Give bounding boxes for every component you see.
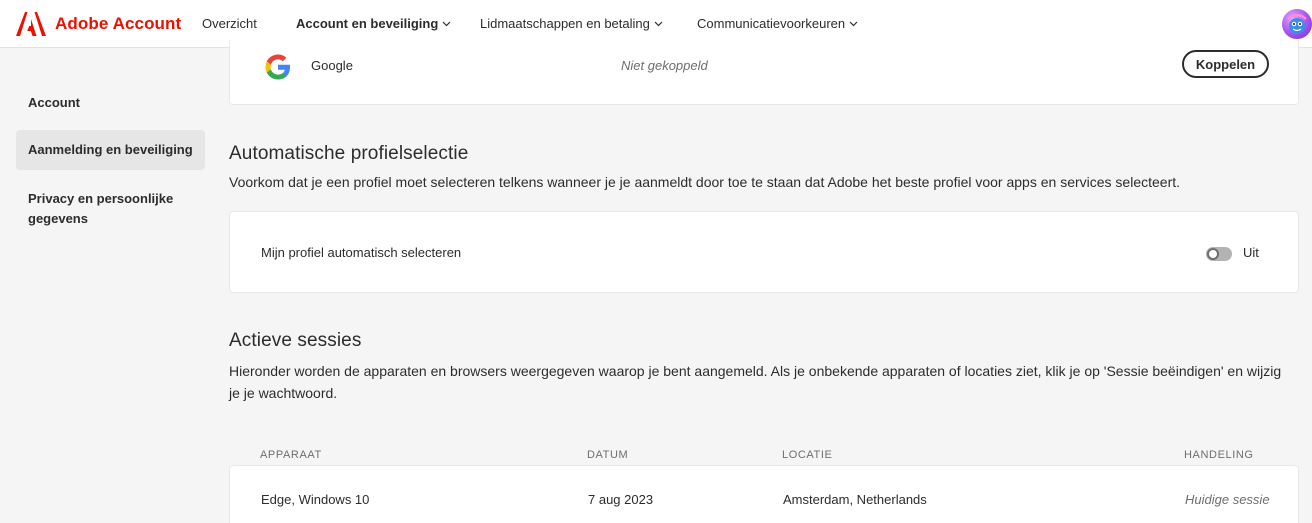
toggle-knob bbox=[1207, 248, 1219, 260]
chevron-down-icon bbox=[654, 21, 663, 26]
session-device: Edge, Windows 10 bbox=[261, 492, 370, 507]
google-connection-status: Niet gekoppeld bbox=[621, 58, 708, 73]
sidebar-item-label: Privacy en persoonlijke gegevens bbox=[28, 191, 174, 226]
active-sessions-title: Actieve sessies bbox=[229, 330, 362, 351]
brand-name: Adobe Account bbox=[55, 14, 182, 33]
table-row: Edge, Windows 10 7 aug 2023 Amsterdam, N… bbox=[229, 465, 1299, 523]
nav-overzicht[interactable]: Overzicht bbox=[202, 16, 257, 31]
nav-label: Account en beveiliging bbox=[296, 16, 439, 31]
nav-lidmaatschappen-en-betaling[interactable]: Lidmaatschappen en betaling bbox=[480, 16, 663, 31]
toggle-state-label: Uit bbox=[1243, 245, 1259, 260]
google-connection-card: Google Niet gekoppeld Koppelen bbox=[229, 40, 1299, 105]
auto-profile-description: Voorkom dat je een profiel moet selecter… bbox=[229, 174, 1181, 190]
session-location: Amsterdam, Netherlands bbox=[783, 492, 927, 507]
user-avatar[interactable] bbox=[1282, 9, 1312, 39]
sidebar-item-label: Aanmelding en beveiliging bbox=[28, 142, 193, 157]
auto-profile-card: Mijn profiel automatisch selecteren Uit bbox=[229, 211, 1299, 293]
nav-communicatievoorkeuren[interactable]: Communicatievoorkeuren bbox=[697, 16, 858, 31]
auto-profile-toggle[interactable] bbox=[1206, 247, 1232, 261]
google-logo-icon bbox=[265, 54, 290, 80]
auto-profile-title: Automatische profielselectie bbox=[229, 143, 469, 164]
chevron-down-icon bbox=[849, 21, 858, 26]
nav-account-en-beveiliging[interactable]: Account en beveiliging bbox=[296, 16, 451, 31]
nav-label: Lidmaatschappen en betaling bbox=[480, 16, 650, 31]
auto-profile-setting-label: Mijn profiel automatisch selecteren bbox=[261, 245, 462, 260]
sidebar-item-label: Account bbox=[28, 95, 80, 110]
adobe-logo-icon bbox=[16, 12, 46, 36]
avatar-face-icon bbox=[1287, 13, 1307, 34]
sidebar-item-aanmelding-en-beveiliging[interactable]: Aanmelding en beveiliging bbox=[16, 130, 205, 170]
sidebar-item-privacy[interactable]: Privacy en persoonlijke gegevens bbox=[16, 189, 186, 229]
nav-label: Communicatievoorkeuren bbox=[697, 16, 846, 31]
chevron-down-icon bbox=[442, 21, 451, 26]
google-provider-name: Google bbox=[311, 58, 353, 73]
session-action: Huidige sessie bbox=[1185, 492, 1270, 507]
column-header-apparaat: APPARAAT bbox=[260, 449, 322, 461]
nav-label: Overzicht bbox=[202, 16, 257, 31]
active-sessions-description: Hieronder worden de apparaten en browser… bbox=[229, 363, 1282, 401]
column-header-handeling: HANDELING bbox=[1184, 449, 1254, 461]
koppelen-button[interactable]: Koppelen bbox=[1182, 50, 1269, 78]
column-header-datum: DATUM bbox=[587, 449, 629, 461]
column-header-locatie: LOCATIE bbox=[782, 449, 833, 461]
session-date: 7 aug 2023 bbox=[588, 492, 654, 507]
sidebar-item-account[interactable]: Account bbox=[16, 93, 205, 113]
adobe-account-home-link[interactable]: Adobe Account bbox=[16, 12, 181, 36]
